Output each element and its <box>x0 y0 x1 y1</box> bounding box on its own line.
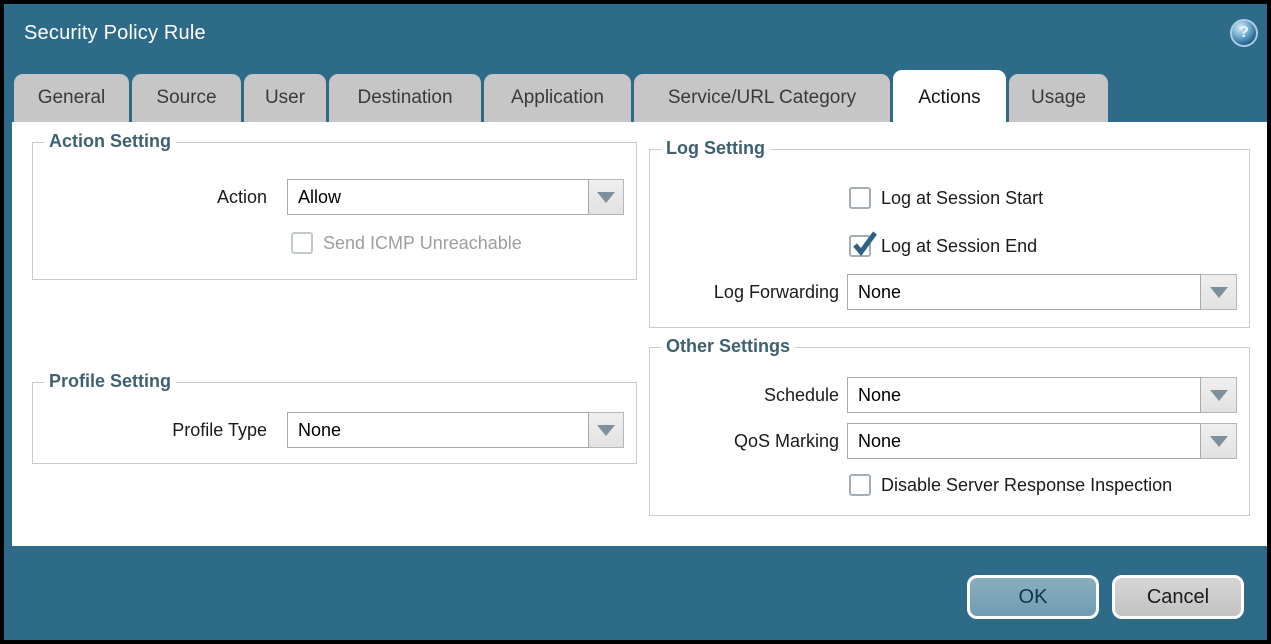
chevron-down-icon <box>1210 287 1228 298</box>
help-icon[interactable]: ? <box>1230 19 1258 47</box>
chevron-down-icon <box>1210 390 1228 401</box>
dialog-title: Security Policy Rule <box>24 22 206 45</box>
chevron-down-icon <box>597 425 615 436</box>
action-dropdown-button[interactable] <box>589 179 624 215</box>
tab-usage[interactable]: Usage <box>1009 74 1108 122</box>
check-icon <box>851 230 879 258</box>
log-setting-legend: Log Setting <box>661 138 770 159</box>
schedule-dropdown-button[interactable] <box>1201 377 1237 413</box>
schedule-dropdown: None <box>847 377 1237 413</box>
other-settings-legend: Other Settings <box>661 336 795 357</box>
profile-type-label: Profile Type <box>33 412 267 448</box>
ok-button[interactable]: OK <box>967 575 1099 619</box>
profile-setting-section: Profile Setting Profile Type None <box>32 382 637 464</box>
qos-marking-dropdown-button[interactable] <box>1201 423 1237 459</box>
schedule-label: Schedule <box>650 377 839 413</box>
cancel-button[interactable]: Cancel <box>1112 575 1244 619</box>
qos-marking-dropdown: None <box>847 423 1237 459</box>
action-label: Action <box>33 179 267 215</box>
profile-setting-legend: Profile Setting <box>44 371 176 392</box>
tab-destination[interactable]: Destination <box>329 74 481 122</box>
tab-content-panel: Action Setting Action Allow Send ICMP Un… <box>12 122 1267 546</box>
profile-type-dropdown-value[interactable]: None <box>287 412 589 448</box>
tab-application[interactable]: Application <box>484 74 631 122</box>
log-session-end-checkbox[interactable] <box>849 235 871 257</box>
log-setting-section: Log Setting Log at Session Start Log at … <box>649 149 1250 328</box>
log-session-end-label: Log at Session End <box>881 235 1037 257</box>
disable-server-response-inspection-checkbox[interactable] <box>849 474 871 496</box>
tab-source[interactable]: Source <box>132 74 241 122</box>
action-dropdown-value[interactable]: Allow <box>287 179 589 215</box>
send-icmp-unreachable-label: Send ICMP Unreachable <box>323 232 522 254</box>
action-setting-section: Action Setting Action Allow Send ICMP Un… <box>32 142 637 280</box>
profile-type-dropdown: None <box>287 412 624 448</box>
log-forwarding-dropdown: None <box>847 274 1237 310</box>
other-settings-section: Other Settings Schedule None QoS Marking… <box>649 347 1250 516</box>
chevron-down-icon <box>597 192 615 203</box>
disable-server-response-inspection-label: Disable Server Response Inspection <box>881 474 1172 496</box>
chevron-down-icon <box>1210 436 1228 447</box>
log-forwarding-dropdown-button[interactable] <box>1201 274 1237 310</box>
tab-user[interactable]: User <box>244 74 326 122</box>
security-policy-rule-dialog: Security Policy Rule ? General Source Us… <box>0 0 1271 644</box>
action-dropdown: Allow <box>287 179 624 215</box>
log-session-start-label: Log at Session Start <box>881 187 1043 209</box>
profile-type-dropdown-button[interactable] <box>589 412 624 448</box>
action-setting-legend: Action Setting <box>44 131 176 152</box>
send-icmp-unreachable-checkbox <box>291 232 313 254</box>
log-forwarding-label: Log Forwarding <box>650 274 839 310</box>
log-session-start-checkbox[interactable] <box>849 187 871 209</box>
tab-general[interactable]: General <box>14 74 129 122</box>
log-forwarding-dropdown-value[interactable]: None <box>847 274 1201 310</box>
schedule-dropdown-value[interactable]: None <box>847 377 1201 413</box>
qos-marking-label: QoS Marking <box>650 423 839 459</box>
qos-marking-dropdown-value[interactable]: None <box>847 423 1201 459</box>
tab-service-url-category[interactable]: Service/URL Category <box>634 74 890 122</box>
tab-actions[interactable]: Actions <box>893 70 1006 126</box>
